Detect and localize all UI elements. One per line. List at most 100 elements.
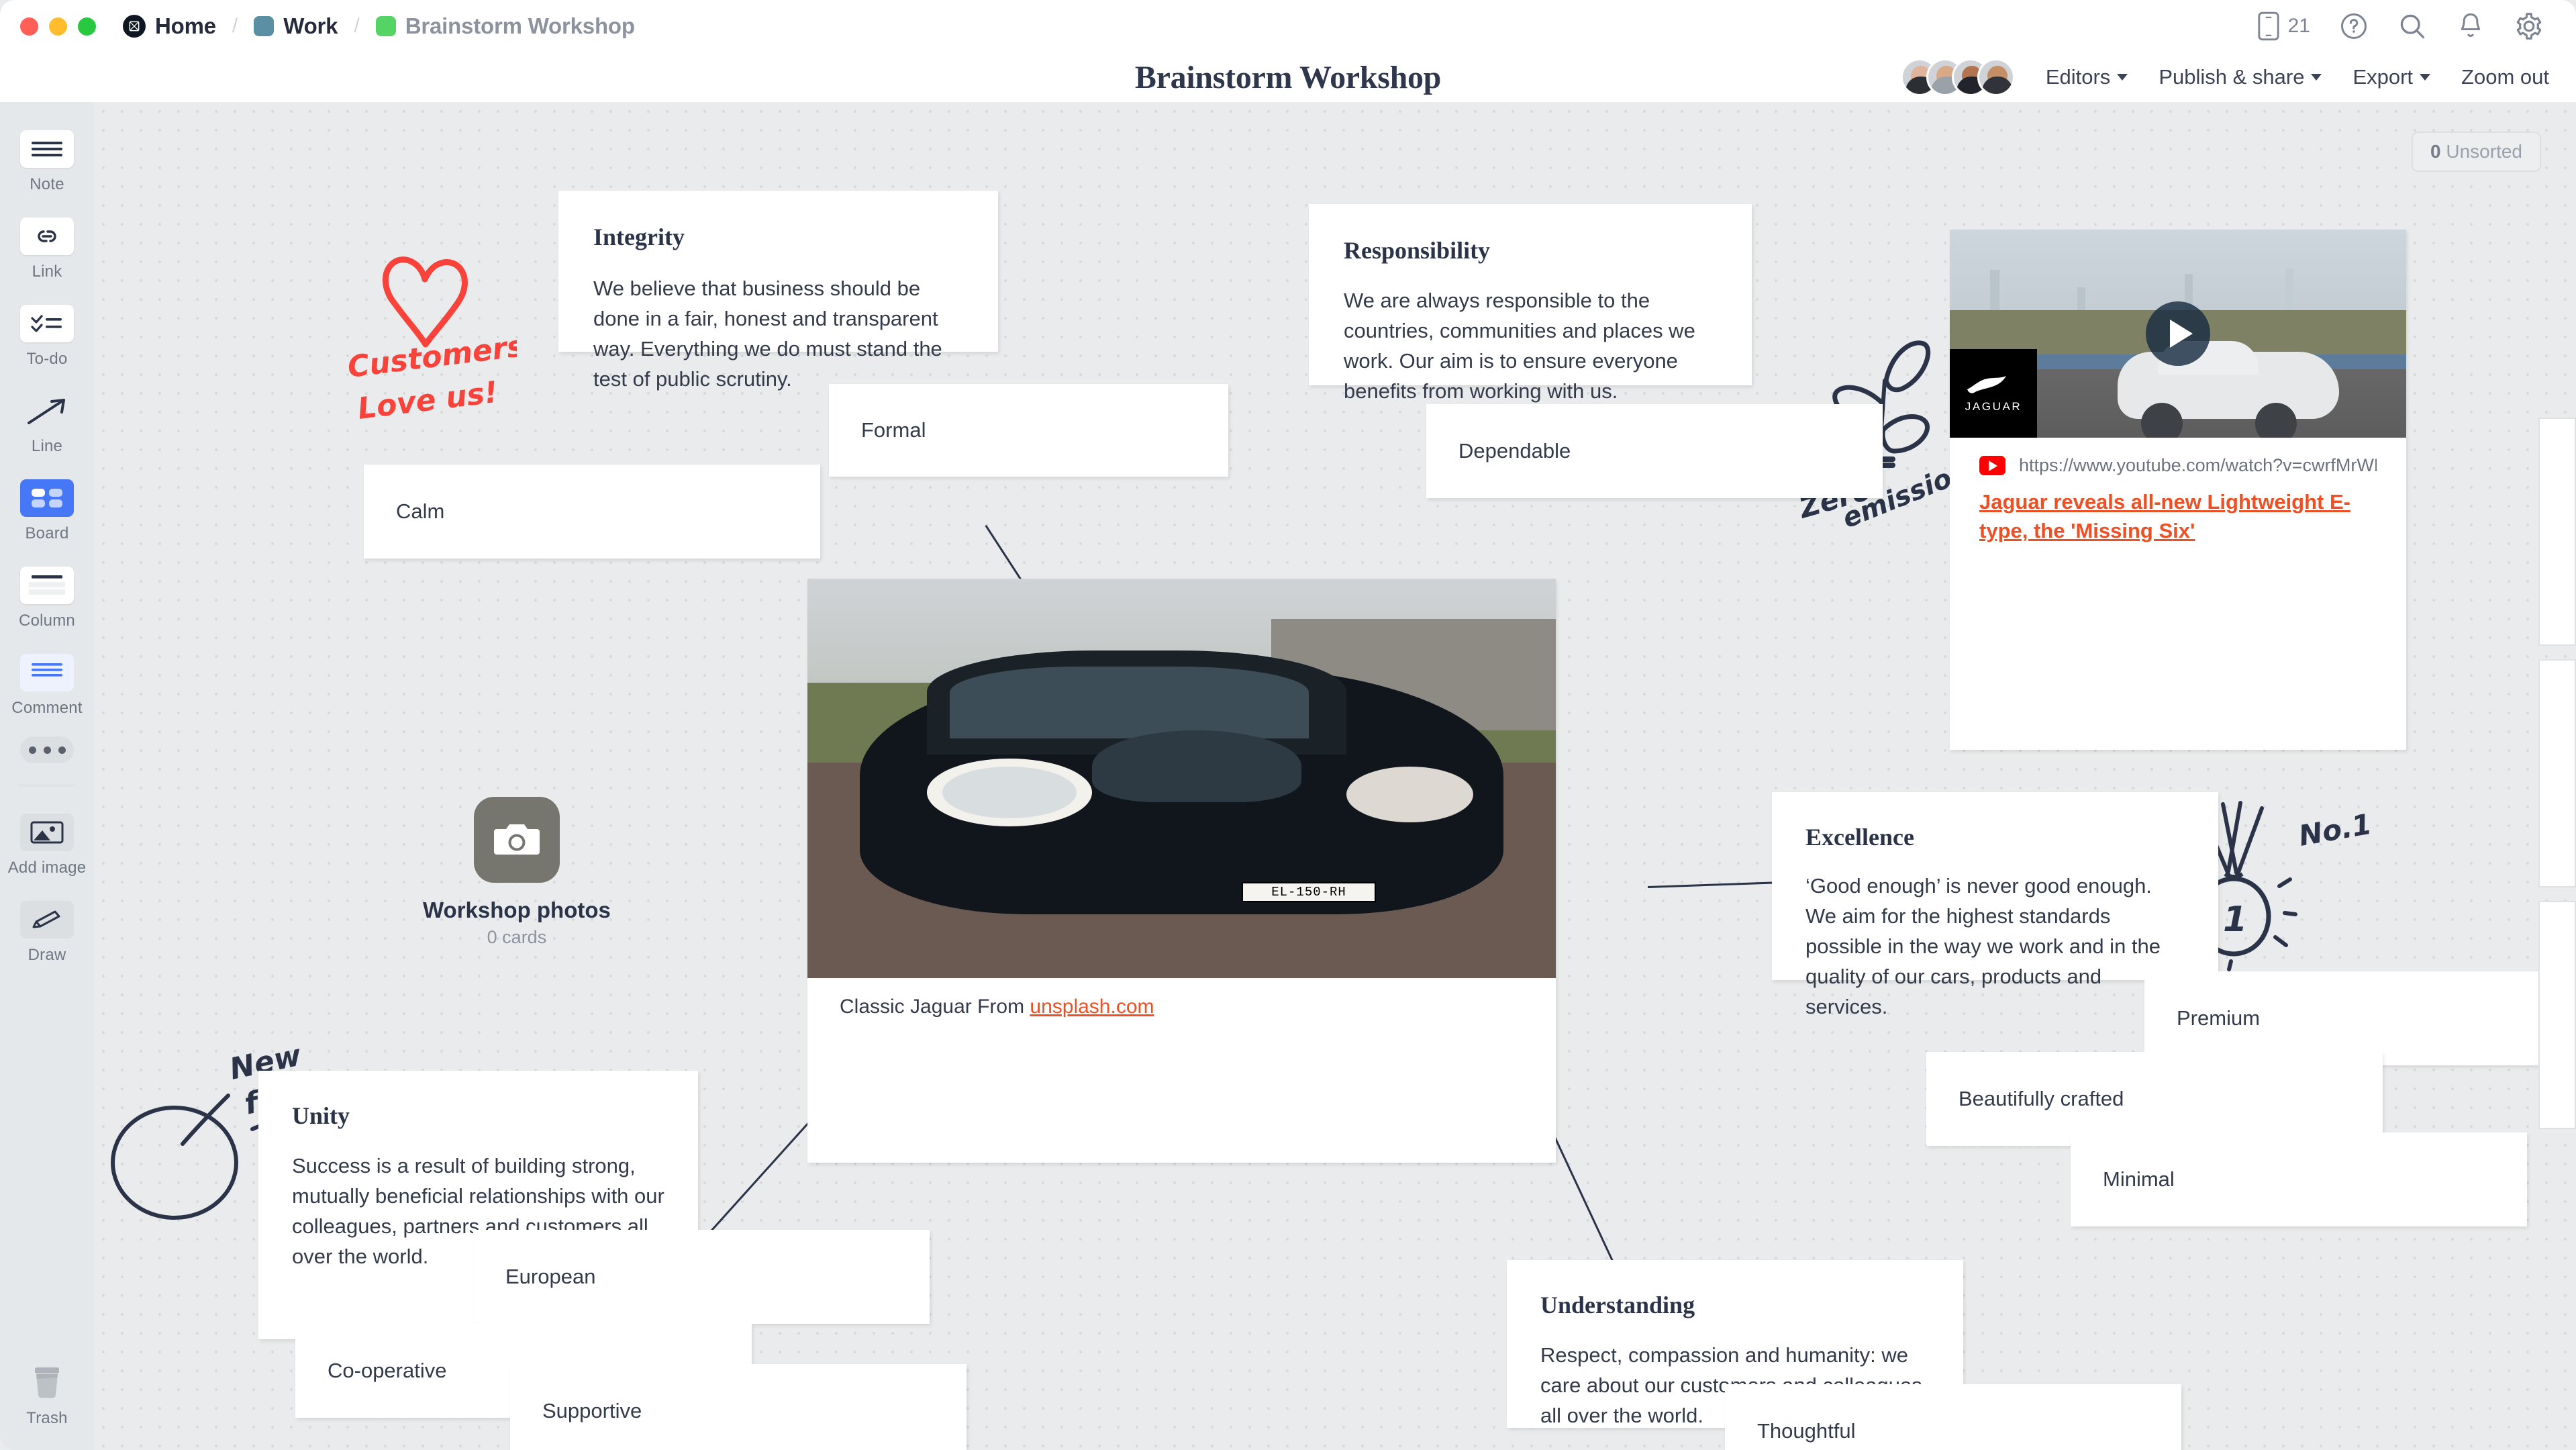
link-icon [20, 218, 74, 255]
sidebar-item-board[interactable]: Board [0, 479, 94, 543]
export-menu[interactable]: Export [2352, 65, 2431, 89]
keyword-card-minimal[interactable]: Minimal [2071, 1132, 2527, 1226]
help-button[interactable] [2340, 12, 2368, 40]
keyword-card-beautifully-crafted[interactable]: Beautifully crafted [1926, 1052, 2383, 1146]
breadcrumb-separator-1: / [232, 15, 238, 37]
unsplash-link[interactable]: unsplash.com [1030, 996, 1154, 1018]
sidebar-item-note[interactable]: Note [0, 130, 94, 194]
sidebar-label-line: Line [31, 437, 63, 455]
keyword-card-premium[interactable]: Premium [2144, 971, 2576, 1065]
breadcrumb-separator-2: / [354, 15, 360, 37]
keyword-label: Beautifully crafted [1959, 1087, 2124, 1110]
column-icon [20, 567, 74, 604]
keyword-card-dependable[interactable]: Dependable [1426, 404, 1883, 498]
breadcrumb-work-label: Work [283, 13, 338, 38]
breadcrumb: Home / Work / Brainstorm Workshop [123, 13, 635, 39]
sidebar-item-column[interactable]: Column [0, 567, 94, 630]
mobile-count: 21 [2287, 15, 2310, 37]
search-icon [2400, 14, 2425, 39]
card-title: Integrity [593, 224, 685, 250]
value-card-integrity[interactable]: Integrity We believe that business shoul… [558, 191, 998, 391]
breadcrumb-item-work[interactable]: Work [254, 13, 338, 39]
sidebar-more-button[interactable] [0, 736, 94, 763]
card-body: We believe that business should be done … [593, 277, 942, 391]
value-card-responsibility[interactable]: Responsibility We are always responsible… [1309, 204, 1752, 403]
image-card-jaguar[interactable]: EL-150-RH Classic Jaguar From unsplash.c… [807, 579, 1556, 1163]
breadcrumb-home-label: Home [155, 13, 216, 38]
publish-share-menu[interactable]: Publish & share [2159, 65, 2322, 89]
chevron-down-icon [2117, 74, 2128, 81]
settings-button[interactable] [2514, 11, 2544, 41]
folder-name: Workshop photos [423, 898, 611, 922]
video-link-card[interactable]: JAGUAR https://www.youtube.com/watch?v=c… [1950, 230, 2406, 750]
video-url-row[interactable]: https://www.youtube.com/watch?v=cwrfMrWE [1950, 438, 2406, 476]
video-title-link[interactable]: Jaguar reveals all-new Lightweight E-typ… [1950, 476, 2406, 566]
search-button[interactable] [2397, 11, 2427, 41]
sidebar-label-add-image: Add image [7, 859, 87, 877]
window-titlebar: Home / Work / Brainstorm Workshop 21 [0, 0, 2576, 52]
value-card-excellence[interactable]: Excellence ‘Good enough’ is never good e… [1772, 792, 2218, 1018]
breadcrumb-item-board[interactable]: Brainstorm Workshop [375, 13, 635, 39]
video-thumbnail[interactable]: JAGUAR [1950, 230, 2406, 438]
keyword-card-thoughtful[interactable]: Thoughtful [1725, 1384, 2181, 1450]
keyword-card-supportive[interactable]: Supportive [510, 1364, 967, 1450]
mobile-icon [2258, 11, 2279, 41]
offscreen-card-ghost[interactable] [2538, 659, 2576, 887]
app-window: Home / Work / Brainstorm Workshop 21 Bra… [0, 0, 2576, 1450]
keyword-label: Minimal [2103, 1167, 2175, 1191]
sidebar-label-board: Board [25, 524, 69, 542]
sidebar-item-link[interactable]: Link [0, 218, 94, 281]
editors-menu[interactable]: Editors [2046, 65, 2128, 89]
close-window-button[interactable] [20, 17, 38, 36]
keyword-label: Dependable [1458, 439, 1571, 463]
todo-icon [20, 305, 74, 342]
sidebar-item-draw[interactable]: Draw [0, 901, 94, 965]
folder-workshop-photos[interactable]: Workshop photos 0 cards [423, 797, 611, 948]
play-icon[interactable] [2146, 301, 2210, 366]
sidebar-label-todo: To-do [26, 350, 68, 368]
zoom-out-button[interactable]: Zoom out [2461, 65, 2549, 89]
keyword-card-formal[interactable]: Formal [829, 384, 1228, 477]
sidebar-item-add-image[interactable]: Add image [0, 814, 94, 877]
folder-count: 0 cards [487, 927, 547, 947]
sidebar-item-todo[interactable]: To-do [0, 305, 94, 369]
unsorted-label: Unsorted [2446, 141, 2522, 162]
sidebar-item-trash[interactable]: Trash [0, 1364, 94, 1428]
breadcrumb-item-home[interactable]: Home [123, 13, 216, 39]
sidebar-label-trash: Trash [26, 1409, 68, 1427]
svg-text:Love us!: Love us! [356, 375, 499, 426]
jaguar-logo: JAGUAR [1950, 349, 2037, 438]
chevron-down-icon [2420, 74, 2431, 81]
maximize-window-button[interactable] [78, 17, 96, 36]
keyword-label: Supportive [542, 1399, 642, 1422]
unsorted-badge[interactable]: 0 Unsorted [2412, 132, 2541, 172]
mobile-app-button[interactable]: 21 [2257, 11, 2310, 42]
youtube-icon [1979, 456, 2005, 475]
card-title: Understanding [1540, 1292, 1695, 1318]
keyword-label: Co-operative [328, 1359, 447, 1382]
sidebar-item-comment[interactable]: Comment [0, 654, 94, 718]
camera-icon [473, 797, 560, 883]
card-title: Unity [292, 1102, 350, 1129]
toolbar-actions: Editors Publish & share Export Zoom out [1900, 52, 2549, 102]
keyword-card-calm[interactable]: Calm [364, 465, 820, 559]
card-title: Responsibility [1344, 237, 1491, 264]
sidebar-item-line[interactable]: Line [0, 392, 94, 456]
offscreen-card-ghost[interactable] [2538, 418, 2576, 646]
avatar[interactable] [1977, 58, 2015, 96]
license-plate: EL-150-RH [1241, 882, 1377, 902]
editor-avatars[interactable] [1900, 58, 2015, 96]
zoom-out-label: Zoom out [2461, 65, 2549, 89]
comment-icon [20, 654, 74, 691]
keyword-card-european[interactable]: European [473, 1230, 930, 1324]
board-canvas[interactable]: 0 Unsorted Customers Love us! Zero emiss… [94, 102, 2576, 1450]
jaguar-wordmark: JAGUAR [1965, 400, 2022, 413]
note-icon [20, 130, 74, 168]
caption-prefix: Classic Jaguar From [840, 996, 1030, 1018]
notifications-button[interactable] [2457, 11, 2485, 41]
bell-icon [2461, 13, 2481, 37]
sidebar-label-column: Column [19, 612, 75, 630]
minimize-window-button[interactable] [49, 17, 67, 36]
keyword-label: Calm [396, 499, 445, 523]
offscreen-card-ghost[interactable] [2538, 901, 2576, 1129]
